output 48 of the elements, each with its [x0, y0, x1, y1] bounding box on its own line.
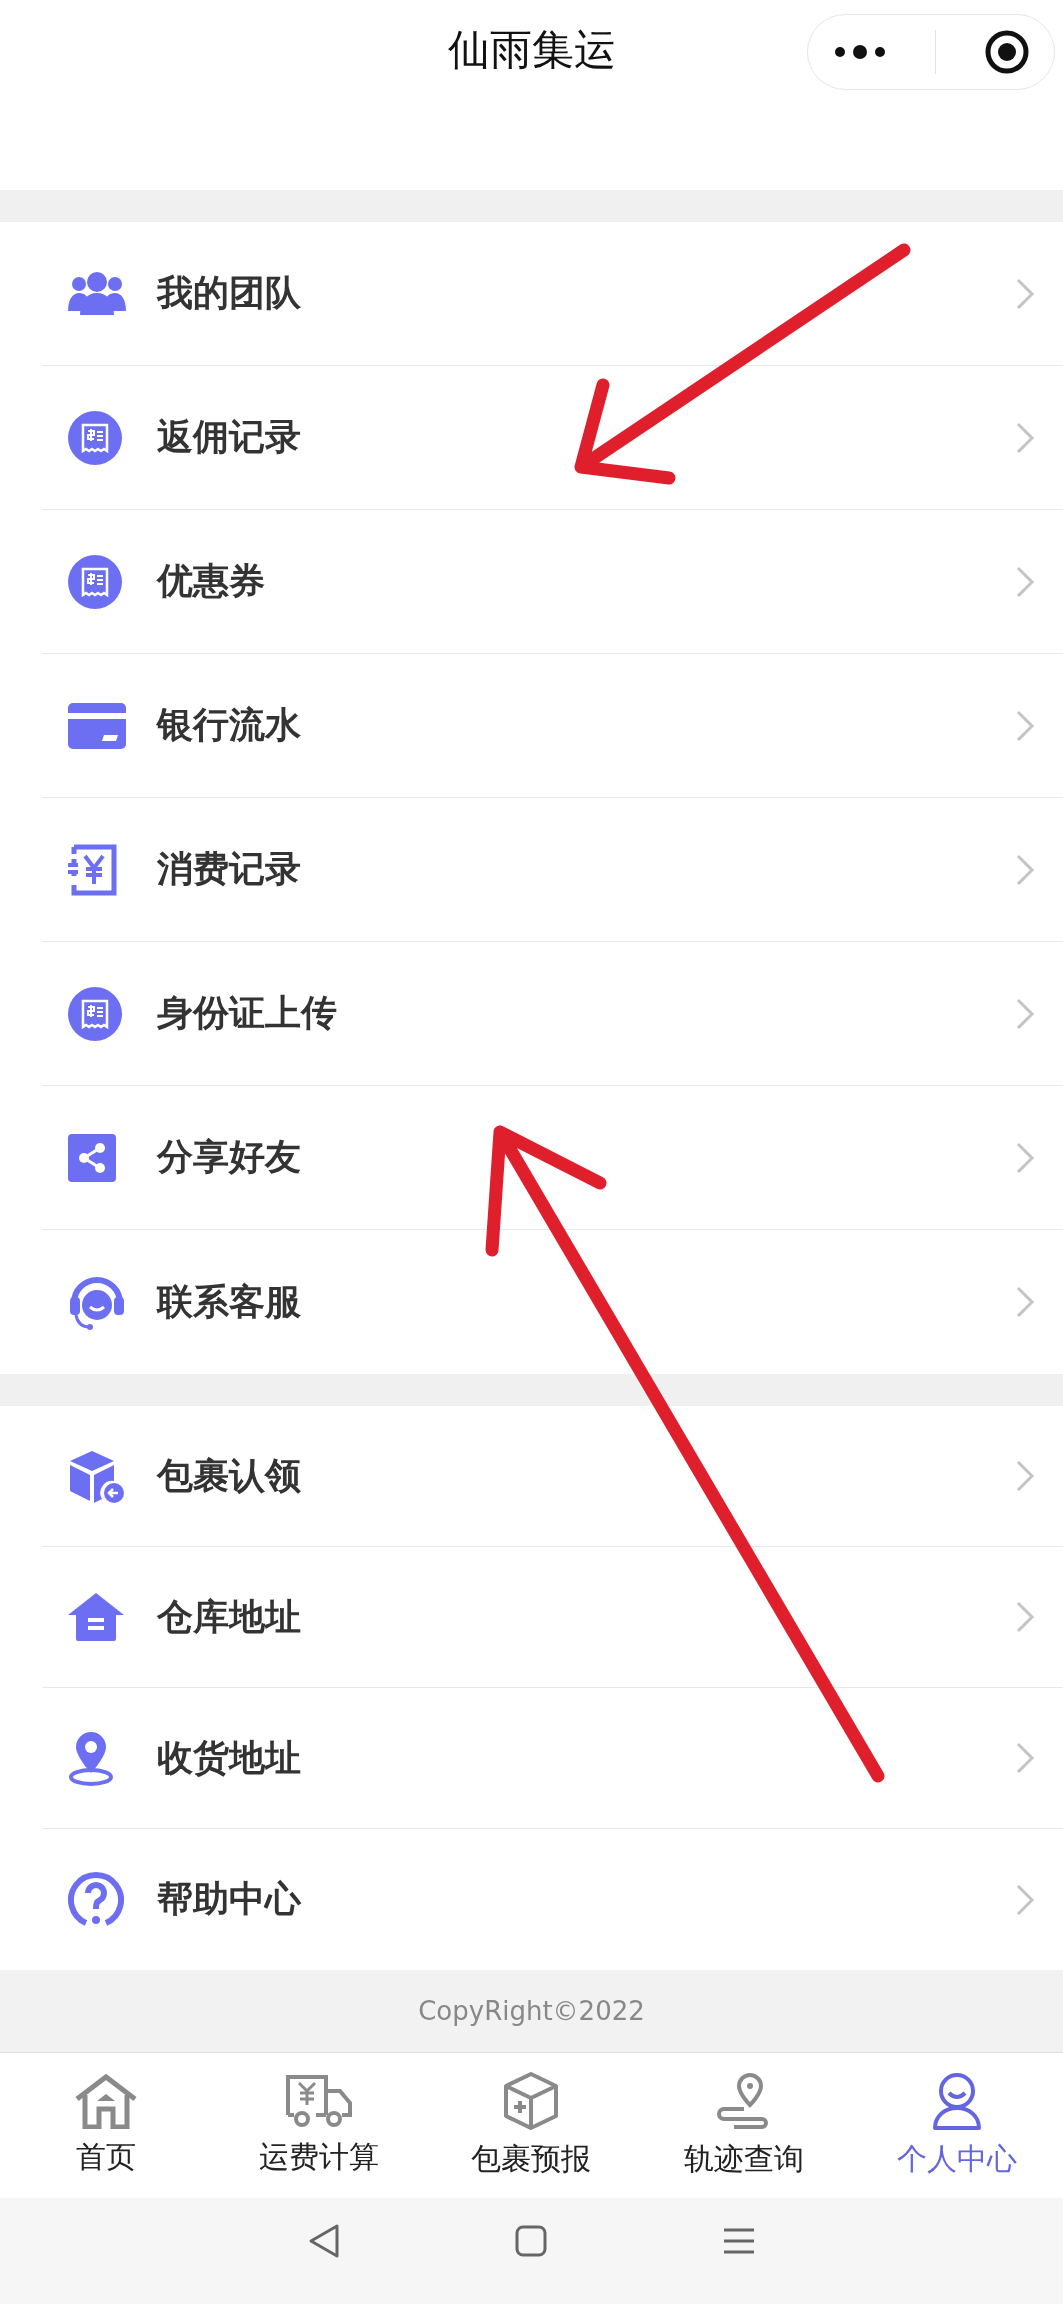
chevron-right-icon — [1015, 1600, 1035, 1634]
menu-item[interactable]: 收货地址 — [42, 1688, 1063, 1829]
parcel-icon — [502, 2071, 561, 2131]
chevron-right-icon — [1015, 1285, 1035, 1319]
chevron-right-icon — [1015, 852, 1035, 887]
menu-item[interactable]: 银行流水 — [42, 654, 1063, 798]
box-icon — [68, 1449, 126, 1503]
tab[interactable]: 运费计算 — [212, 2053, 426, 2198]
copyright-text: CopyRight©2022 — [418, 1996, 645, 2026]
menu-item[interactable]: 身份证上传 — [42, 942, 1063, 1086]
menu-item[interactable]: 分享好友 — [42, 1086, 1063, 1230]
chevron-right-icon — [1015, 1140, 1035, 1175]
chevron-right-icon — [1015, 996, 1035, 1031]
chevron-right-icon — [1015, 1882, 1035, 1917]
menu-item[interactable]: 仓库地址 — [42, 1547, 1063, 1688]
chevron-right-icon — [1015, 1459, 1035, 1493]
menu-item[interactable]: 包裹认领 — [42, 1406, 1063, 1547]
chevron-right-icon — [1015, 564, 1035, 599]
chevron-right-icon — [1015, 708, 1035, 743]
card-icon — [68, 702, 126, 749]
menu-item[interactable]: 我的团队 — [42, 222, 1063, 366]
tab[interactable]: 个人中心 — [850, 2053, 1063, 2198]
page-title: 仙雨集运 — [447, 24, 616, 76]
yen-receipt-icon — [68, 843, 118, 896]
chevron-right-icon — [1015, 276, 1035, 311]
home-icon[interactable] — [515, 2225, 548, 2257]
house-icon — [68, 1593, 124, 1641]
back-icon[interactable] — [307, 2223, 342, 2259]
truck-icon — [283, 2073, 354, 2129]
receipt-icon — [68, 410, 122, 465]
people-icon — [68, 270, 126, 317]
close-icon[interactable] — [984, 29, 1031, 75]
menu-item[interactable]: 消费记录 — [42, 798, 1063, 942]
receipt-icon — [68, 986, 122, 1041]
tab[interactable]: 轨迹查询 — [637, 2053, 851, 2198]
tab[interactable]: 首页 — [0, 2053, 213, 2198]
menu-item[interactable]: 联系客服 — [42, 1230, 1063, 1374]
location-pin-icon — [68, 1730, 114, 1786]
menu-item[interactable]: 优惠券 — [42, 510, 1063, 654]
menu-item[interactable]: 帮助中心 — [42, 1829, 1063, 1970]
question-icon — [68, 1871, 124, 1928]
menu-item[interactable]: 返佣记录 — [42, 366, 1063, 510]
menu-icon[interactable] — [721, 2226, 756, 2256]
chevron-right-icon — [1015, 1741, 1035, 1775]
share-icon — [68, 1133, 116, 1182]
receipt-icon — [68, 554, 122, 609]
chevron-right-icon — [1015, 420, 1035, 455]
tab[interactable]: 包裹预报 — [425, 2053, 638, 2198]
